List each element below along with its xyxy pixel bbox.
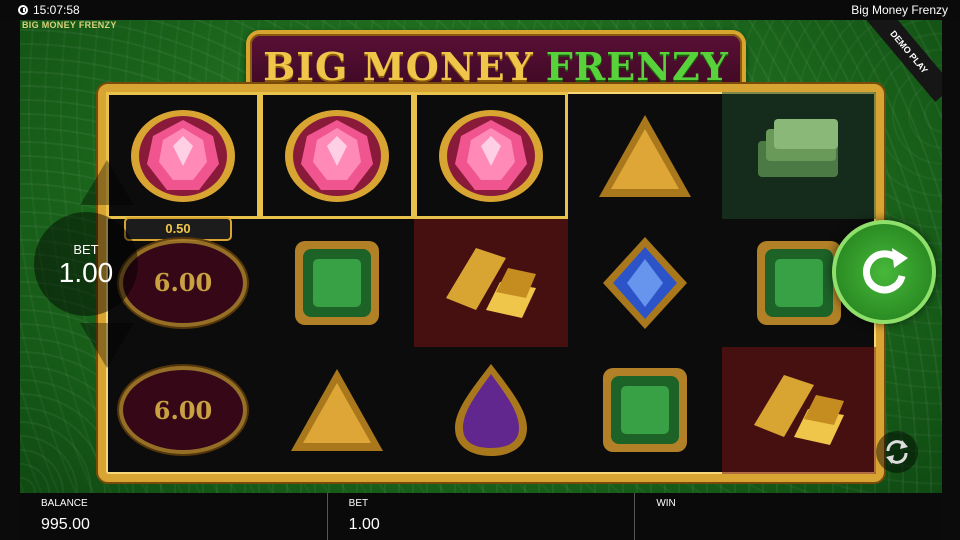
- coin-symbol: 6.00: [119, 366, 247, 455]
- blue-diamond-icon: [603, 236, 687, 329]
- autoplay-button[interactable]: [876, 431, 918, 473]
- gold-triangle-icon: [291, 369, 383, 452]
- pink-gem-icon: [131, 109, 235, 202]
- win-label: WIN: [656, 498, 676, 509]
- window-title: Big Money Frenzy: [851, 3, 948, 17]
- balance-section: BALANCE 995.00: [20, 493, 328, 540]
- small-brand: BIG MONEY FRENZY: [22, 20, 117, 30]
- bet-label: BET: [348, 498, 369, 509]
- reel-cell: [260, 219, 414, 346]
- money-stack-icon: [758, 118, 838, 177]
- green-emerald-icon: [757, 240, 841, 325]
- bet-label: BET: [73, 242, 99, 257]
- win-section: WIN: [635, 493, 942, 540]
- reel-cell: [568, 347, 722, 474]
- gold-triangle-icon: [599, 114, 691, 197]
- green-emerald-icon: [603, 368, 687, 453]
- bet-increase-arrow[interactable]: [80, 160, 134, 205]
- game-area: BIG MONEY FRENZY DEMO PLAY BIG MONEY FRE…: [20, 20, 942, 493]
- bet-decrease-arrow[interactable]: [80, 323, 134, 368]
- reel-grid: 0.50 6.00 6.00: [106, 92, 876, 474]
- reel-cell: [414, 347, 568, 474]
- reel-cell: [722, 346, 876, 474]
- green-emerald-icon: [295, 240, 379, 325]
- clock-area: 15:07:58: [0, 3, 80, 17]
- bet-section: BET 1.00: [328, 493, 636, 540]
- spin-button[interactable]: [832, 220, 936, 324]
- reel-frame: 0.50 6.00 6.00: [98, 84, 884, 482]
- bet-selector[interactable]: BET 1.00: [34, 212, 138, 316]
- status-time: 15:07:58: [33, 3, 80, 17]
- purple-drop-icon: [455, 364, 527, 457]
- reel-cell: [414, 219, 568, 347]
- balance-label: BALANCE: [41, 498, 88, 509]
- bet-value: 1.00: [58, 257, 114, 288]
- reel-cell: [568, 219, 722, 346]
- reel-cell: [260, 347, 414, 474]
- pink-gem-icon: [285, 109, 389, 202]
- reel-cell: [722, 92, 876, 220]
- reel-cell: [568, 92, 722, 219]
- clock-icon: [18, 5, 28, 15]
- footer-bar: BALANCE 995.00 BET 1.00 WIN: [20, 493, 942, 540]
- bet-value: 1.00: [348, 516, 380, 533]
- logo-word2: FRENZY: [545, 43, 729, 89]
- balance-value: 995.00: [41, 516, 90, 533]
- reel-cell: [260, 92, 414, 219]
- logo-word1: BIG MONEY: [263, 43, 534, 89]
- status-bar: 15:07:58 Big Money Frenzy: [0, 0, 960, 20]
- autoplay-icon: [886, 440, 908, 464]
- gold-bars-icon: [754, 375, 844, 446]
- reel-cell: [414, 92, 568, 219]
- gold-bars-icon: [446, 247, 536, 318]
- spin-arrow-icon: [863, 248, 908, 294]
- coin-symbol: 6.00: [119, 238, 247, 327]
- pink-gem-icon: [439, 109, 543, 202]
